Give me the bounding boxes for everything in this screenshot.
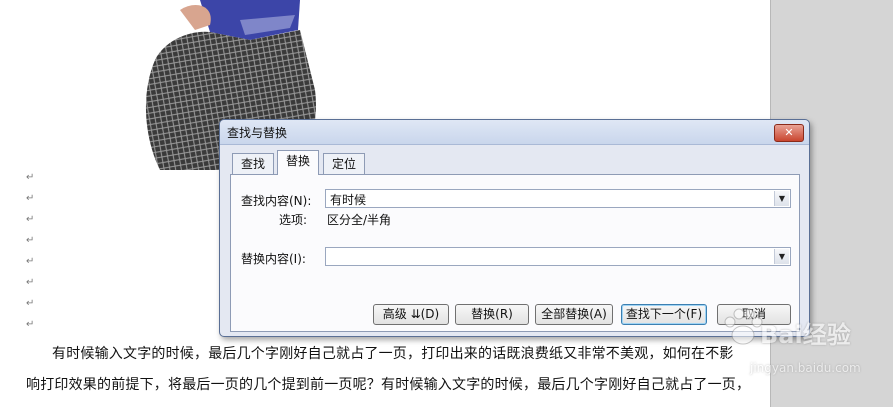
find-what-value: 有时候	[330, 193, 367, 207]
paragraph-mark: ↵	[26, 235, 35, 246]
options-label: 选项:	[279, 213, 308, 227]
paragraph-mark: ↵	[26, 214, 35, 225]
watermark-url: jingyan.baidu.com	[750, 361, 861, 375]
paragraph-mark: ↵	[26, 319, 35, 330]
paragraph-mark: ↵	[26, 256, 35, 267]
close-button[interactable]: ✕	[774, 124, 804, 142]
chevron-down-icon[interactable]: ▼	[774, 249, 789, 264]
replace-button[interactable]: 替换(R)	[455, 304, 529, 325]
dialog-title: 查找与替换	[227, 126, 288, 140]
watermark-brand: Bai经验	[760, 321, 851, 349]
paragraph-mark: ↵	[26, 298, 35, 309]
options-value: 区分全/半角	[327, 213, 392, 227]
more-options-button[interactable]: 高级 ⇊(D)	[373, 304, 449, 325]
dialog-title-bar: 查找与替换 ✕	[220, 120, 809, 145]
tab-find[interactable]: 查找	[232, 153, 275, 175]
baidu-jingyan-watermark: Bai经验 jingyan.baidu.com	[720, 303, 880, 383]
paragraph-mark: ↵	[26, 172, 35, 183]
document-text-line-1: 有时候输入文字的时候，最后几个字刚好自己就占了一页，打印出来的话既浪费纸又非常不…	[52, 346, 734, 362]
tab-replace[interactable]: 替换	[277, 150, 320, 175]
find-what-label: 查找内容(N):	[241, 194, 312, 208]
replace-all-button[interactable]: 全部替换(A)	[535, 304, 613, 325]
paragraph-mark: ↵	[26, 193, 35, 204]
find-what-input[interactable]: 有时候 ▼	[325, 189, 791, 208]
document-text-line-2: 响打印效果的前提下，将最后一页的几个提到前一页呢？有时候输入文字的时候，最后几个…	[26, 377, 751, 393]
replace-with-label: 替换内容(I):	[241, 252, 306, 266]
paragraph-mark: ↵	[26, 277, 35, 288]
replace-with-input[interactable]: ▼	[325, 247, 791, 266]
chevron-down-icon[interactable]: ▼	[774, 191, 789, 206]
tab-goto[interactable]: 定位	[323, 153, 366, 175]
find-next-button[interactable]: 查找下一个(F)	[621, 304, 707, 325]
